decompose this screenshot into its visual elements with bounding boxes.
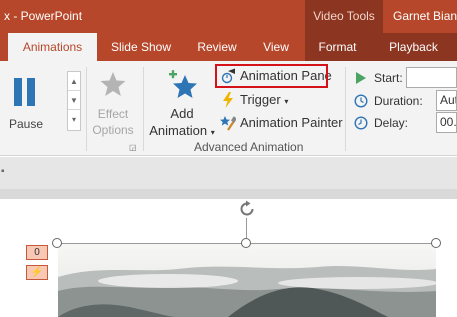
video-thumbnail[interactable] [58,243,436,317]
tab-animations[interactable]: Animations [8,33,97,61]
resize-handle-top-right[interactable] [431,238,441,248]
delay-field[interactable]: 00.0 [436,112,457,133]
title-bar: x - PowerPoint Video Tools Garnet Bianco [0,0,457,33]
resize-handle-top[interactable] [241,238,251,248]
ribbon-separator [345,67,346,151]
highlight-box [215,64,328,88]
tab-view[interactable]: View [254,33,298,61]
gallery-up-icon[interactable]: ▲ [68,72,80,91]
ribbon-tabs: Animations Slide Show Review View Format… [0,33,457,61]
painter-icon [220,116,236,131]
start-dropdown[interactable] [406,67,457,88]
trigger-label: Trigger ▾ [240,92,289,107]
resize-handle-top-left[interactable] [52,238,62,248]
effect-options-label-2: Options [92,123,134,137]
tab-slide-show[interactable]: Slide Show [104,33,178,61]
ruler-strip [0,189,457,199]
tab-playback[interactable]: Playback [370,33,457,61]
lightning-icon [223,92,233,108]
tab-review[interactable]: Review [188,33,246,61]
animation-tag[interactable]: 0 [26,245,48,260]
animation-painter-label: Animation Painter [240,115,343,130]
customize-toolbar-icon[interactable]: ▪ [1,166,5,177]
effect-options-label-1: Effect [97,107,129,121]
chevron-down-icon: ▾ [284,97,289,106]
pause-button[interactable]: Pause [0,69,52,131]
pause-icon [14,78,35,106]
duration-label: Duration: [374,94,423,108]
context-tab-group-label: Video Tools [305,0,383,33]
advanced-animation-group-label: Advanced Animation [194,140,304,154]
star-icon [100,72,126,96]
chevron-down-icon: ▾ [210,128,215,137]
add-animation-label-2: Animation ▾ [149,123,215,138]
add-star-icon [169,70,197,98]
animation-gallery-scroller[interactable]: ▲ ▼ ▾ [67,71,81,131]
rotate-handle-icon[interactable] [237,199,257,219]
dialog-launcher-icon[interactable]: ◲ [129,143,137,152]
ribbon-footer-bar: ▪ [0,157,457,199]
trigger-tag[interactable]: ⚡ [26,265,48,280]
user-name[interactable]: Garnet Bianco [393,9,457,23]
ribbon-separator [143,67,144,151]
play-icon [356,72,366,84]
window-title: x - PowerPoint [4,9,83,23]
pause-label: Pause [9,117,44,131]
delay-label: Delay: [374,116,409,130]
clock-icon [354,94,368,108]
gallery-down-icon[interactable]: ▼ [68,91,80,110]
duration-field[interactable]: Aut [436,90,457,111]
clock-icon [354,116,368,130]
add-animation-label-1: Add [170,106,194,121]
effect-options-button[interactable]: Effect Options [84,69,142,139]
add-animation-button[interactable]: Add Animation ▾ [148,65,216,145]
start-label: Start: [374,71,403,85]
tab-format[interactable]: Format [305,33,370,61]
gallery-more-icon[interactable]: ▾ [68,110,80,129]
